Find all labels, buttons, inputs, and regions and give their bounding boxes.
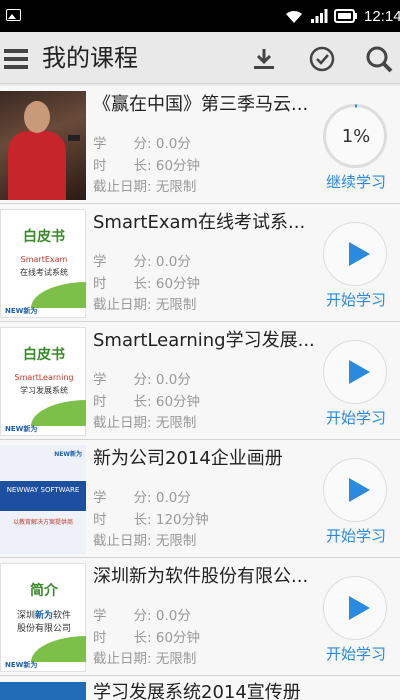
status-bar: 12:14 [0,0,400,32]
course-duration: 时 长: 60分钟 [93,158,201,174]
course-duration: 时 长: 60分钟 [93,630,201,646]
start-learning-button[interactable]: 开始学习 [318,408,394,428]
course-thumbnail: NEW新为 NEWWAY SOFTWARE 以教育解决方案提供商 [0,445,86,554]
battery-icon [334,9,357,23]
course-thumbnail: 简介 深圳新为软件 股份有限公司 NEW新为 [0,563,86,672]
course-score: 学 分: 0.0分 [93,490,191,506]
play-icon [349,478,370,502]
course-item[interactable]: NEW新为 NEWWAY SOFTWARE 以教育解决方案提供商 新为公司201… [0,440,400,558]
course-deadline: 截止日期: 无限制 [93,297,197,313]
course-duration: 时 长: 60分钟 [93,394,201,410]
course-thumbnail: 白皮书 SmartLearning 学习发展系统 NEW新为 [0,327,86,436]
play-icon [349,242,370,266]
search-icon[interactable] [364,44,394,74]
course-thumbnail [0,682,86,700]
course-item[interactable]: 学习发展系统2014宣传册 [0,676,400,700]
page-title: 我的课程 [42,44,138,72]
progress-button[interactable]: 1% [323,104,387,168]
course-item[interactable]: 《赢在中国》第三季马云... 学 分: 0.0分 时 长: 60分钟 截止日期:… [0,86,400,204]
signal-icon [311,9,328,23]
start-learning-button[interactable]: 开始学习 [318,290,394,310]
download-icon[interactable] [249,44,279,74]
course-duration: 时 长: 60分钟 [93,276,201,292]
play-button[interactable] [323,576,387,640]
course-title: 新为公司2014企业画册 [93,448,283,469]
course-deadline: 截止日期: 无限制 [93,415,197,431]
course-title: 《赢在中国》第三季马云... [93,94,309,115]
app-header: 我的课程 [0,32,400,84]
course-deadline: 截止日期: 无限制 [93,533,197,549]
play-button[interactable] [323,222,387,286]
course-item[interactable]: 白皮书 SmartLearning 学习发展系统 NEW新为 SmartLear… [0,322,400,440]
start-learning-button[interactable]: 开始学习 [318,526,394,546]
course-deadline: 截止日期: 无限制 [93,651,197,667]
clock: 12:14 [364,7,400,25]
wifi-icon [286,10,302,23]
gallery-notification-icon [6,9,21,21]
course-score: 学 分: 0.0分 [93,608,191,624]
continue-learning-button[interactable]: 继续学习 [318,172,394,192]
play-icon [349,596,370,620]
check-circle-icon[interactable] [307,44,337,74]
course-duration: 时 长: 120分钟 [93,512,209,528]
course-score: 学 分: 0.0分 [93,372,191,388]
course-score: 学 分: 0.0分 [93,254,191,270]
course-title: SmartExam在线考试系... [93,212,306,233]
progress-percent: 1% [341,126,371,147]
menu-icon[interactable] [4,49,30,69]
course-item[interactable]: 白皮书 SmartExam 在线考试系统 NEW新为 SmartExam在线考试… [0,204,400,322]
course-list: 《赢在中国》第三季马云... 学 分: 0.0分 时 长: 60分钟 截止日期:… [0,86,400,676]
course-thumbnail: 白皮书 SmartExam 在线考试系统 NEW新为 [0,209,86,318]
course-item[interactable]: 简介 深圳新为软件 股份有限公司 NEW新为 深圳新为软件股份有限公... 学 分… [0,558,400,676]
course-title: SmartLearning学习发展... [93,330,315,351]
start-learning-button[interactable]: 开始学习 [318,644,394,664]
play-button[interactable] [323,458,387,522]
course-title: 学习发展系统2014宣传册 [93,682,301,700]
play-button[interactable] [323,340,387,404]
play-icon [349,360,370,384]
course-title: 深圳新为软件股份有限公... [93,566,309,587]
course-thumbnail [0,91,86,200]
course-deadline: 截止日期: 无限制 [93,179,197,195]
course-score: 学 分: 0.0分 [93,136,191,152]
